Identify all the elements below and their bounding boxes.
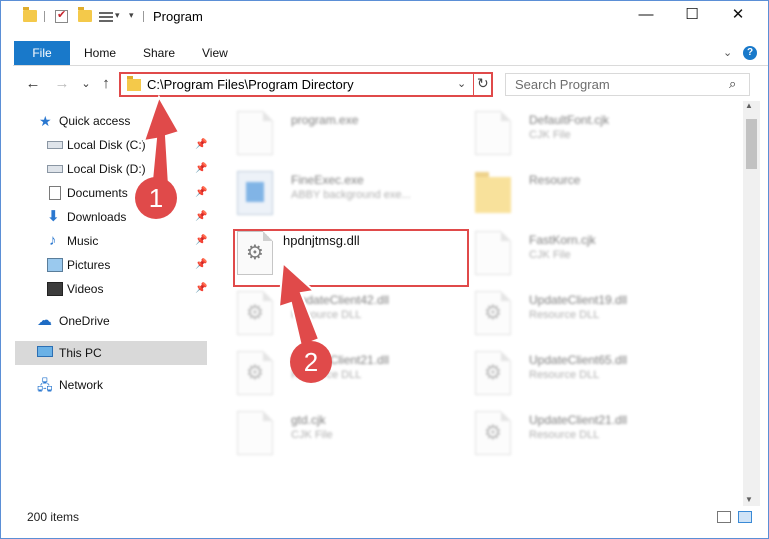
scroll-down-icon[interactable]: ▼ — [745, 495, 753, 504]
item-count: 200 items — [27, 510, 80, 524]
details-view-icon[interactable] — [717, 511, 731, 523]
callout-arrows — [142, 94, 321, 348]
scrollbar-thumb[interactable] — [746, 119, 757, 169]
explorer-window: ▾ ▾ Program — ☐ ✕ File Home Share View ⌄… — [0, 0, 769, 539]
arrow-2-icon — [277, 260, 321, 348]
large-icons-view-icon[interactable] — [738, 511, 752, 523]
scroll-up-icon[interactable]: ▲ — [745, 101, 753, 110]
step-2-badge: 2 — [290, 341, 332, 383]
step-1-badge: 1 — [135, 177, 177, 219]
